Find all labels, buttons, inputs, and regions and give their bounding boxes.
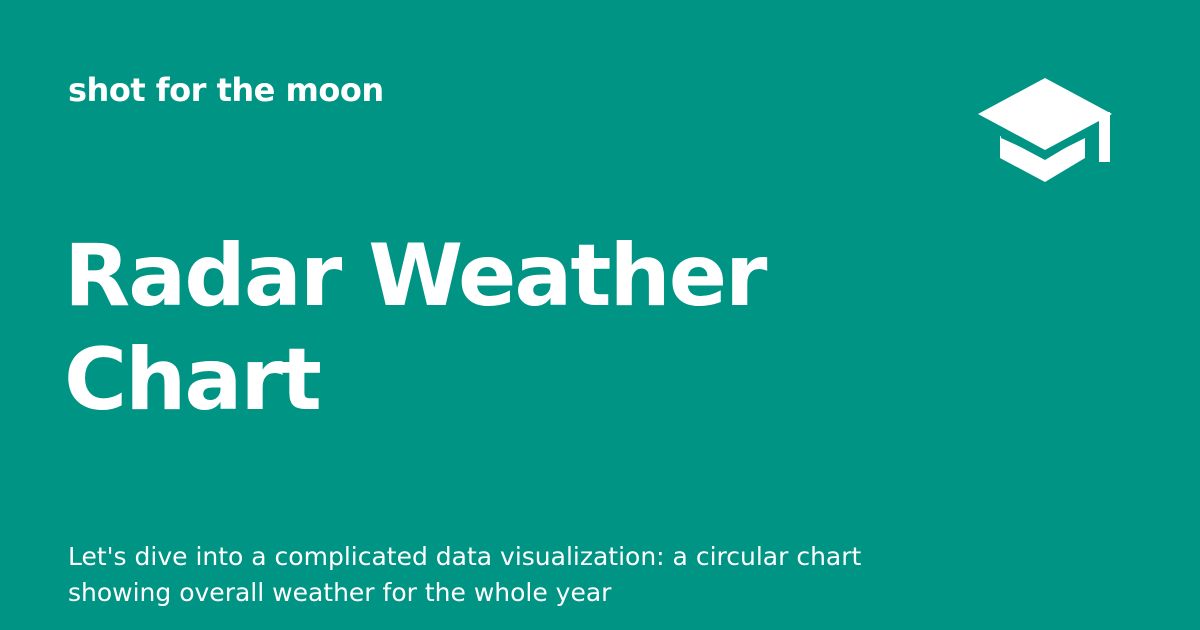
article-description-line-2: showing overall weather for the whole ye… [68,578,612,607]
article-title-line-2: Chart [64,329,322,430]
site-tagline: shot for the moon [68,71,384,109]
graduation-cap-icon [978,78,1112,188]
article-description: Let's dive into a complicated data visua… [68,539,948,611]
social-card: shot for the moon Radar Weather Chart Le… [0,0,1200,630]
article-title-line-1: Radar Weather [64,225,767,326]
article-title: Radar Weather Chart [64,224,824,432]
article-description-line-1: Let's dive into a complicated data visua… [68,542,862,571]
